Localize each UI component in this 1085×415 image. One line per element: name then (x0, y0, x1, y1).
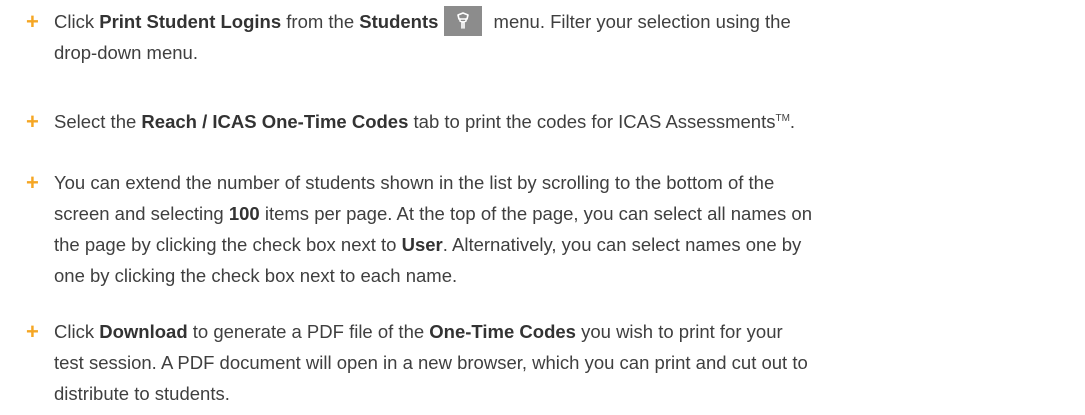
bold-text: User (401, 234, 443, 255)
bold-text: 100 (228, 203, 260, 224)
bold-text: One-Time Codes (429, 321, 576, 342)
text-span: tab to print the codes for ICAS Assessme… (408, 111, 776, 132)
text-span: distribute to students. (54, 383, 230, 404)
plus-bullet-icon: + (26, 319, 39, 344)
text-span: Click (54, 11, 100, 32)
text-span: Select the (54, 111, 142, 132)
text-span: from the (281, 11, 360, 32)
text-span: . Alternatively, you can select names on… (442, 234, 802, 255)
text-line: drop-down menu. (54, 37, 1074, 68)
plus-bullet-icon: + (26, 170, 39, 195)
text-line: Select the Reach / ICAS One-Time Codes t… (54, 106, 1074, 137)
plus-bullet-icon: + (26, 9, 39, 34)
list-item-text: Click Download to generate a PDF file of… (54, 316, 1074, 409)
text-span: you wish to print for your (575, 321, 783, 342)
trademark-superscript: TM (775, 112, 790, 124)
text-span: You can extend the number of students sh… (54, 172, 775, 193)
text-line: distribute to students. (54, 378, 1074, 409)
text-line: Click Download to generate a PDF file of… (54, 316, 1074, 347)
text-span: screen and selecting (54, 203, 229, 224)
text-line: screen and selecting 100 items per page.… (54, 198, 1074, 229)
plus-bullet-icon: + (26, 109, 39, 134)
text-span: test session. A PDF document will open i… (54, 352, 808, 373)
text-span: drop-down menu. (54, 42, 198, 63)
text-span: one by clicking the check box next to ea… (54, 265, 458, 286)
list-item-text: Select the Reach / ICAS One-Time Codes t… (54, 106, 1074, 137)
text-line: one by clicking the check box next to ea… (54, 260, 1074, 291)
bold-text: Print Student Logins (99, 11, 282, 32)
list-item-text: Click Print Student Logins from the Stud… (54, 6, 1074, 68)
text-span: Click (54, 321, 100, 342)
text-span: . (789, 111, 796, 132)
text-line: test session. A PDF document will open i… (54, 347, 1074, 378)
text-line: You can extend the number of students sh… (54, 167, 1074, 198)
text-line: Click Print Student Logins from the Stud… (54, 6, 1074, 37)
text-span: the page by clicking the check box next … (54, 234, 402, 255)
students-menu-icon (444, 6, 483, 37)
bold-text: Download (99, 321, 188, 342)
list-item-text: You can extend the number of students sh… (54, 167, 1074, 291)
text-span: to generate a PDF file of the (187, 321, 430, 342)
text-span: items per page. At the top of the page, … (259, 203, 812, 224)
text-line: the page by clicking the check box next … (54, 229, 1074, 260)
text-span: menu. Filter your selection using the (488, 11, 791, 32)
bold-text: Reach / ICAS One-Time Codes (141, 111, 409, 132)
bold-text: Students (359, 11, 439, 32)
